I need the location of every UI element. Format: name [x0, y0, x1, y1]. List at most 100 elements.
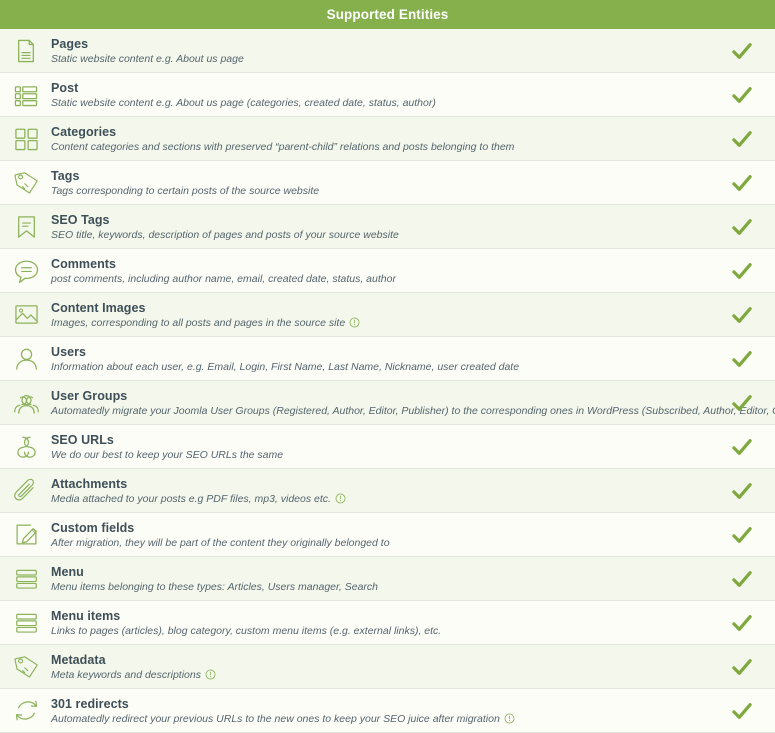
entity-text: SEO URLs We do our best to keep your SEO …	[51, 432, 719, 462]
entity-row: Custom fields After migration, they will …	[0, 513, 775, 557]
entity-text: Post Static website content e.g. About us…	[51, 80, 719, 110]
entity-description-text: Automatedly redirect your previous URLs …	[51, 712, 500, 725]
entity-text: Custom fields After migration, they will …	[51, 520, 719, 550]
entity-row: Users Information about each user, e.g. E…	[0, 337, 775, 381]
panel-header: Supported Entities	[0, 0, 775, 29]
check-mark-icon	[719, 570, 765, 588]
entity-title: Tags	[51, 168, 80, 183]
entity-title: Custom fields	[51, 520, 135, 535]
entity-text: Metadata Meta keywords and descriptions	[51, 652, 719, 682]
tag-icon	[7, 650, 45, 684]
info-icon[interactable]	[335, 493, 346, 504]
entity-row: Menu items Links to pages (articles), blo…	[0, 601, 775, 645]
grid-squares-icon	[7, 122, 45, 156]
info-icon[interactable]	[349, 317, 360, 328]
check-mark-icon	[719, 482, 765, 500]
entity-row: Attachments Media attached to your posts …	[0, 469, 775, 513]
entity-row: 301 redirects Automatedly redirect your p…	[0, 689, 775, 733]
check-mark-icon	[719, 658, 765, 676]
entity-text: Attachments Media attached to your posts …	[51, 476, 719, 506]
entity-description-text: Information about each user, e.g. Email,…	[51, 360, 520, 373]
check-mark-icon	[719, 394, 765, 412]
entity-description-text: Meta keywords and descriptions	[51, 668, 201, 681]
entity-text: SEO Tags SEO title, keywords, description…	[51, 212, 719, 242]
entity-row: Metadata Meta keywords and descriptions	[0, 645, 775, 689]
menu-stack-icon	[7, 562, 45, 596]
entity-description-text: Media attached to your posts e.g PDF fil…	[51, 492, 331, 505]
entity-description-text: Links to pages (articles), blog category…	[51, 624, 442, 637]
check-mark-icon	[719, 218, 765, 236]
check-mark-icon	[719, 86, 765, 104]
entity-row: Categories Content categories and section…	[0, 117, 775, 161]
entity-title: Users	[51, 344, 86, 359]
entity-description-text: After migration, they will be part of th…	[51, 536, 390, 549]
entity-description-text: We do our best to keep your SEO URLs the…	[51, 448, 284, 461]
entity-description: Links to pages (articles), blog category…	[51, 624, 719, 638]
entity-title: Pages	[51, 36, 89, 51]
entity-description: Tags corresponding to certain posts of t…	[51, 184, 719, 198]
entity-description: Images, corresponding to all posts and p…	[51, 316, 719, 330]
entity-row: Comments post comments, including author …	[0, 249, 775, 293]
check-mark-icon	[719, 174, 765, 192]
edit-pencil-icon	[7, 518, 45, 552]
link-chain-icon	[7, 430, 45, 464]
entity-title: Menu	[51, 564, 84, 579]
entity-description: Static website content e.g. About us pag…	[51, 52, 719, 66]
entity-title: Metadata	[51, 652, 106, 667]
entity-description: Media attached to your posts e.g PDF fil…	[51, 492, 719, 506]
check-mark-icon	[719, 526, 765, 544]
entity-text: Comments post comments, including author …	[51, 256, 719, 286]
users-group-icon	[7, 386, 45, 420]
entity-title: Menu items	[51, 608, 121, 623]
entity-text: Tags Tags corresponding to certain posts …	[51, 168, 719, 198]
check-mark-icon	[719, 130, 765, 148]
entity-description-text: Content categories and sections with pre…	[51, 140, 515, 153]
post-list-icon	[7, 78, 45, 112]
paperclip-icon	[7, 474, 45, 508]
check-mark-icon	[719, 614, 765, 632]
entity-row: Menu Menu items belonging to these types:…	[0, 557, 775, 601]
entity-description: Automatedly redirect your previous URLs …	[51, 712, 719, 726]
entity-list: Pages Static website content e.g. About u…	[0, 29, 775, 733]
tag-icon	[7, 166, 45, 200]
entity-text: Users Information about each user, e.g. E…	[51, 344, 719, 374]
info-icon[interactable]	[504, 713, 515, 724]
entity-description-text: Static website content e.g. About us pag…	[51, 52, 244, 65]
menu-stack-icon	[7, 606, 45, 640]
entity-row: Tags Tags corresponding to certain posts …	[0, 161, 775, 205]
entity-title: 301 redirects	[51, 696, 129, 711]
entity-text: Menu items Links to pages (articles), blo…	[51, 608, 719, 638]
entity-title: Attachments	[51, 476, 128, 491]
entity-text: 301 redirects Automatedly redirect your p…	[51, 696, 719, 726]
entity-description: post comments, including author name, em…	[51, 272, 719, 286]
entity-title: SEO Tags	[51, 212, 110, 227]
info-icon[interactable]	[205, 669, 216, 680]
check-mark-icon	[719, 306, 765, 324]
entity-description-text: Tags corresponding to certain posts of t…	[51, 184, 320, 197]
entity-description: After migration, they will be part of th…	[51, 536, 719, 550]
speech-bubble-icon	[7, 254, 45, 288]
entity-row: Content Images Images, corresponding to a…	[0, 293, 775, 337]
entity-title: Categories	[51, 124, 117, 139]
entity-title: User Groups	[51, 388, 128, 403]
entity-description-text: Images, corresponding to all posts and p…	[51, 316, 346, 329]
supported-entities-panel: Supported Entities Pages Static website c…	[0, 0, 775, 733]
entity-description-text: Menu items belonging to these types: Art…	[51, 580, 379, 593]
entity-description-text: Automatedly migrate your Joomla User Gro…	[51, 404, 775, 417]
check-mark-icon	[719, 702, 765, 720]
redirect-arrows-icon	[7, 694, 45, 728]
entity-text: Content Images Images, corresponding to a…	[51, 300, 719, 330]
entity-description-text: Static website content e.g. About us pag…	[51, 96, 436, 109]
entity-description: Static website content e.g. About us pag…	[51, 96, 719, 110]
entity-description: We do our best to keep your SEO URLs the…	[51, 448, 719, 462]
entity-description-text: SEO title, keywords, description of page…	[51, 228, 399, 241]
entity-title: SEO URLs	[51, 432, 114, 447]
entity-description: Menu items belonging to these types: Art…	[51, 580, 719, 594]
user-icon	[7, 342, 45, 376]
entity-description: Meta keywords and descriptions	[51, 668, 719, 682]
entity-row: User Groups Automatedly migrate your Joom…	[0, 381, 775, 425]
entity-title: Content Images	[51, 300, 146, 315]
entity-description: SEO title, keywords, description of page…	[51, 228, 719, 242]
check-mark-icon	[719, 42, 765, 60]
entity-row: Post Static website content e.g. About us…	[0, 73, 775, 117]
